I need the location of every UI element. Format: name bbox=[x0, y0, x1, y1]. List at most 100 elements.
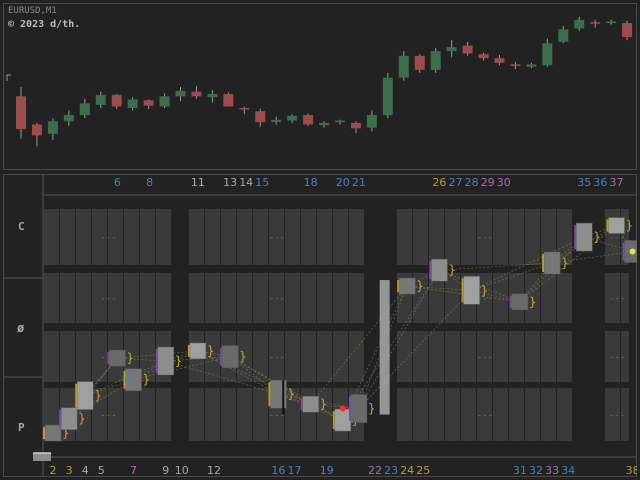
grid-cell bbox=[349, 331, 364, 382]
bottom-column-number: 33 bbox=[545, 464, 559, 477]
cluster-box bbox=[109, 349, 126, 367]
candle bbox=[175, 87, 186, 102]
candle-body bbox=[127, 99, 138, 109]
candle bbox=[239, 106, 250, 115]
candle-body bbox=[223, 94, 234, 107]
top-column-number: 13 bbox=[223, 176, 237, 189]
grid-cell bbox=[156, 273, 171, 323]
cluster-brace: } bbox=[320, 397, 328, 411]
candle-body bbox=[558, 29, 569, 42]
candle bbox=[382, 72, 393, 119]
cluster-box bbox=[221, 345, 239, 368]
grid-cell bbox=[317, 209, 332, 265]
candle bbox=[446, 40, 457, 58]
grid-cell bbox=[429, 331, 444, 382]
grid-cell bbox=[301, 273, 316, 323]
grid-cell bbox=[44, 331, 59, 382]
candle bbox=[366, 110, 377, 132]
candle bbox=[47, 118, 58, 141]
red-marker bbox=[339, 405, 346, 412]
cluster-edge bbox=[220, 347, 223, 366]
grid-cell bbox=[140, 273, 155, 323]
cluster-edge bbox=[622, 242, 625, 261]
grid-cell bbox=[429, 209, 444, 265]
candle-body bbox=[574, 19, 585, 29]
bottom-column-number: 7 bbox=[130, 464, 137, 477]
cluster-edge bbox=[187, 344, 190, 357]
candle-body bbox=[622, 23, 633, 38]
candle bbox=[414, 54, 425, 73]
candle bbox=[494, 55, 505, 66]
candle-body bbox=[319, 122, 330, 126]
cluster-edge bbox=[75, 383, 78, 408]
grid-block: - - - bbox=[397, 331, 572, 382]
start-bar bbox=[33, 453, 51, 461]
cluster-brace: } bbox=[126, 351, 134, 365]
grid-block: - - - bbox=[189, 209, 364, 265]
candle-body bbox=[47, 121, 58, 134]
grid-cell bbox=[333, 331, 348, 382]
grid-dash: - - - bbox=[478, 353, 492, 362]
grid-cell bbox=[445, 388, 460, 441]
grid-dash: - - - bbox=[610, 411, 624, 420]
grid-cell bbox=[156, 209, 171, 265]
grid-cell bbox=[140, 209, 155, 265]
top-column-number: 28 bbox=[465, 176, 479, 189]
price-chart-panel[interactable]: EURUSD,M1 © 2023 d/th. bbox=[3, 3, 637, 170]
cluster: } bbox=[542, 251, 569, 275]
candle-body bbox=[271, 119, 282, 123]
top-column-number: 29 bbox=[481, 176, 495, 189]
candle bbox=[478, 52, 489, 61]
candle bbox=[430, 48, 441, 73]
cluster-edge bbox=[574, 225, 577, 250]
candlestick-chart[interactable] bbox=[3, 3, 637, 170]
grid-cell bbox=[253, 331, 268, 382]
grid-cell bbox=[333, 209, 348, 265]
bottom-column-number: 3 bbox=[66, 464, 73, 477]
candle bbox=[271, 116, 282, 125]
grid-cell bbox=[44, 273, 59, 323]
candle-body bbox=[239, 108, 250, 110]
grid-cell bbox=[557, 331, 572, 382]
grid-dash: - - - bbox=[478, 233, 492, 242]
grid-panel[interactable]: - - - - - - - - - - - - - - - - - - - - - - - -… bbox=[3, 174, 637, 477]
candle bbox=[127, 97, 138, 111]
bottom-column-number: 12 bbox=[207, 464, 221, 477]
cluster-box bbox=[44, 424, 62, 442]
grid-cell bbox=[156, 388, 171, 441]
candle bbox=[335, 119, 345, 125]
grid-dash: - - - bbox=[270, 233, 284, 242]
grid-cell bbox=[461, 331, 476, 382]
grid-block: - - - bbox=[605, 273, 629, 323]
grid-cell bbox=[189, 273, 204, 323]
cluster-brace: } bbox=[561, 256, 569, 270]
grid-cell bbox=[397, 388, 412, 441]
candle bbox=[95, 91, 106, 109]
grid-cell bbox=[509, 209, 524, 265]
cluster-brace: } bbox=[78, 412, 86, 426]
grid-cell bbox=[76, 209, 91, 265]
candle-body bbox=[143, 100, 154, 106]
grid-cell bbox=[221, 388, 236, 441]
candle-body bbox=[303, 115, 314, 125]
grid-cell bbox=[60, 209, 75, 265]
grid-cell bbox=[205, 273, 220, 323]
candle bbox=[542, 38, 553, 67]
candle bbox=[350, 121, 361, 134]
grid-cell bbox=[509, 331, 524, 382]
cluster-box bbox=[511, 293, 529, 311]
grid-block: - - - bbox=[605, 331, 629, 382]
bottom-column-number: 5 bbox=[98, 464, 105, 477]
cluster-brace: } bbox=[448, 263, 456, 277]
bottom-column-number: 17 bbox=[288, 464, 302, 477]
cluster-grid-chart[interactable]: - - - - - - - - - - - - - - - - - - - - - - - -… bbox=[3, 174, 637, 477]
cluster: } bbox=[348, 394, 376, 423]
grid-cell bbox=[525, 388, 540, 441]
grid-cell bbox=[349, 209, 364, 265]
top-column-number: 27 bbox=[449, 176, 463, 189]
volume-spike bbox=[379, 280, 390, 415]
cluster-brace: } bbox=[175, 354, 183, 368]
candle bbox=[526, 62, 537, 69]
cluster: } bbox=[155, 346, 183, 376]
cluster-box bbox=[431, 258, 448, 282]
